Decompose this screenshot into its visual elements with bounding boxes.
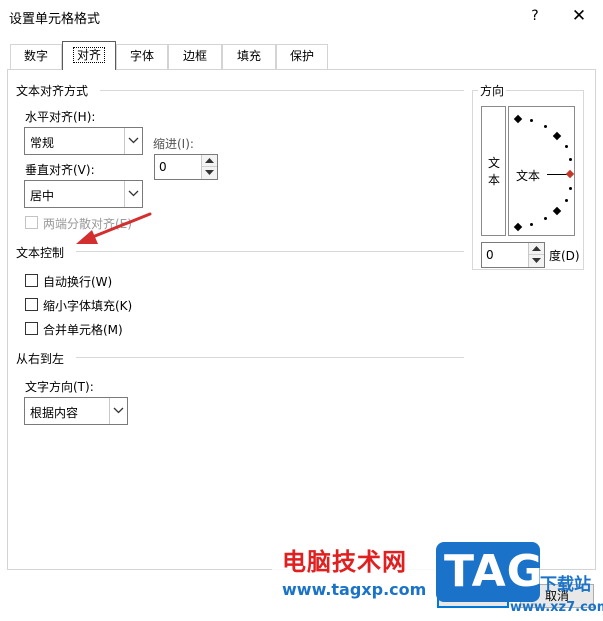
help-button[interactable]: ?	[522, 4, 548, 28]
tab-border[interactable]: 边框	[168, 44, 222, 69]
watermark-tag-text: TAG	[444, 546, 544, 597]
orientation-point-0	[565, 169, 575, 179]
orientation-title: 方向	[478, 82, 507, 99]
shrink-to-fit-label: 缩小字体填充(K)	[43, 299, 133, 313]
text-direction-label: 文字方向(T):	[25, 380, 94, 394]
orientation-tick	[530, 119, 533, 122]
justify-distributed-checkbox[interactable]	[25, 216, 38, 229]
horizontal-align-value: 常规	[30, 136, 55, 150]
separator-alignment	[100, 90, 464, 91]
orientation-tick	[544, 125, 547, 128]
vertical-align-value: 居中	[30, 189, 55, 203]
watermark-url2: www.xz7.com	[510, 600, 603, 615]
tab-alignment-label: 对齐	[72, 47, 105, 63]
vertical-align-select[interactable]: 居中	[24, 180, 143, 208]
indent-spinner[interactable]: 0	[154, 154, 218, 180]
vertical-text-label: 文本	[487, 156, 500, 187]
orientation-tick	[544, 217, 547, 220]
orientation-needle	[547, 174, 568, 175]
degrees-spinner-buttons	[528, 243, 544, 267]
section-text-alignment-title: 文本对齐方式	[16, 82, 89, 99]
degrees-down-button[interactable]	[529, 255, 544, 267]
indent-value: 0	[159, 160, 167, 174]
orientation-point-90	[513, 114, 523, 124]
tab-font[interactable]: 字体	[116, 44, 168, 69]
tab-number-label: 数字	[23, 49, 48, 63]
orientation-point-minus-90	[513, 222, 523, 232]
close-button[interactable]: ✕	[566, 4, 592, 28]
watermark: 电脑技术网 www.tagxp.com TAG 下载站 www.xz7.com	[272, 540, 603, 621]
tab-border-label: 边框	[182, 49, 207, 63]
orientation-point-45-lower	[552, 206, 562, 216]
section-right-to-left-title: 从右到左	[16, 350, 65, 367]
horizontal-align-select[interactable]: 常规	[24, 127, 143, 155]
annotation-arrow-icon	[76, 212, 152, 244]
tab-alignment[interactable]: 对齐	[62, 41, 116, 70]
dialog-title: 设置单元格格式	[9, 12, 101, 27]
text-direction-value: 根据内容	[30, 406, 79, 420]
chevron-down-icon	[124, 128, 142, 154]
text-direction-select[interactable]: 根据内容	[24, 397, 128, 425]
separator-text-control	[76, 251, 464, 252]
watermark-url: www.tagxp.com	[282, 580, 427, 599]
orientation-tick	[569, 187, 572, 190]
merge-cells-label: 合并单元格(M)	[43, 323, 123, 337]
degrees-value: 0	[486, 248, 494, 262]
wrap-text-label: 自动换行(W)	[43, 275, 113, 289]
watermark-site-name: 电脑技术网	[282, 548, 407, 576]
orientation-point-45-upper	[552, 131, 562, 141]
shrink-to-fit-checkbox[interactable]	[25, 298, 38, 311]
chevron-down-icon	[109, 398, 127, 424]
chevron-down-icon	[124, 181, 142, 207]
degrees-label: 度(D)	[549, 249, 580, 263]
orientation-tick	[569, 158, 572, 161]
watermark-suffix: 下载站	[540, 575, 591, 595]
indent-up-button[interactable]	[202, 155, 217, 167]
orientation-tick	[565, 145, 568, 148]
degrees-up-button[interactable]	[529, 243, 544, 255]
indent-spinner-buttons	[201, 155, 217, 179]
tab-number[interactable]: 数字	[10, 44, 62, 69]
degrees-spinner[interactable]: 0	[481, 242, 545, 268]
indent-label: 缩进(I):	[153, 137, 194, 151]
watermark-tag-badge: TAG	[436, 542, 543, 602]
tab-protection-label: 保护	[289, 49, 314, 63]
tab-protection[interactable]: 保护	[276, 44, 328, 69]
tab-fill-label: 填充	[236, 49, 261, 63]
merge-cells-checkbox[interactable]	[25, 322, 38, 335]
vertical-text-button[interactable]: 文本	[481, 106, 506, 236]
vertical-align-label: 垂直对齐(V):	[25, 163, 95, 177]
tab-fill[interactable]: 填充	[222, 44, 276, 69]
indent-down-button[interactable]	[202, 167, 217, 179]
separator-right-to-left	[76, 357, 464, 358]
wrap-text-checkbox[interactable]	[25, 274, 38, 287]
horizontal-text-label: 文本	[516, 169, 541, 183]
title-bar: 设置单元格格式 ? ✕	[0, 0, 603, 34]
orientation-dial[interactable]: 文本	[508, 106, 575, 236]
tab-font-label: 字体	[129, 49, 154, 63]
section-text-control-title: 文本控制	[16, 244, 65, 261]
orientation-tick	[530, 223, 533, 226]
orientation-tick	[565, 199, 568, 202]
horizontal-align-label: 水平对齐(H):	[25, 110, 96, 124]
